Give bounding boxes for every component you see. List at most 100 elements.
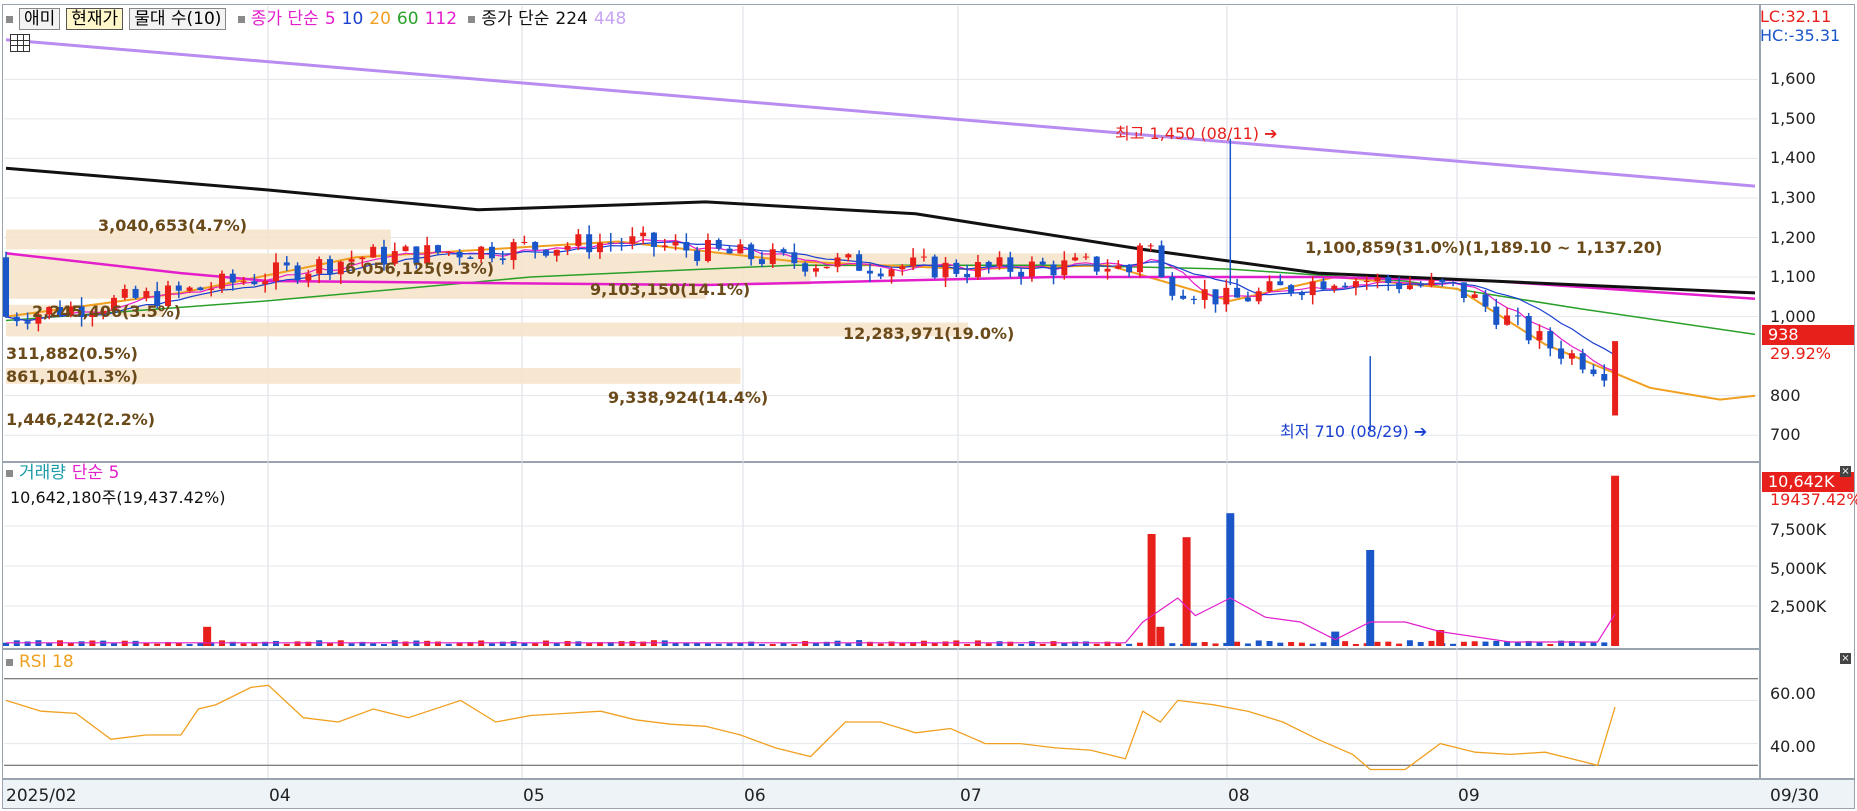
candle	[1244, 297, 1251, 302]
volume-pct: 19437.42%	[1770, 490, 1857, 509]
volume-bar	[434, 641, 441, 646]
ma60-label[interactable]: 60	[397, 9, 419, 29]
candle	[596, 242, 603, 253]
volume-bar	[715, 643, 722, 646]
candle	[683, 241, 690, 251]
price-tick: 1,100	[1770, 267, 1816, 287]
volume-bar	[488, 643, 495, 646]
candle	[1147, 245, 1154, 247]
candle	[769, 249, 776, 265]
volume-bar	[1450, 643, 1457, 646]
volume-bar	[888, 641, 895, 646]
volume-bar	[380, 643, 387, 646]
candle	[726, 248, 733, 254]
volume-bar	[1320, 642, 1327, 646]
candle	[1028, 261, 1035, 277]
volume-bar	[1266, 641, 1273, 646]
profile-band	[6, 322, 968, 337]
candle	[251, 281, 258, 285]
volume-info: 10,642,180주(19,437.42%)	[10, 488, 226, 507]
ma20-label[interactable]: 20	[369, 9, 391, 29]
candle	[964, 273, 971, 278]
volume-bar	[575, 641, 582, 646]
candle	[910, 257, 917, 267]
profile-label: 2,245,406(3.5%)	[32, 302, 182, 321]
volume-bar	[964, 643, 971, 646]
toolbar-button-3[interactable]: 물대 수(10)	[129, 8, 227, 30]
candle	[132, 288, 139, 298]
volume-spike	[1147, 534, 1156, 646]
ma10-label[interactable]: 10	[342, 9, 364, 29]
candle	[1223, 287, 1230, 305]
volume-bar	[251, 643, 258, 646]
candle	[1082, 256, 1089, 258]
candle	[1352, 281, 1359, 288]
volume-bar	[1396, 643, 1403, 646]
candle	[456, 251, 463, 258]
current-price: 938	[1768, 325, 1799, 344]
candle	[1363, 281, 1370, 283]
price-tick: 1,000	[1770, 306, 1816, 326]
candle	[1277, 281, 1284, 286]
volume-bar	[1514, 642, 1521, 646]
candle	[143, 291, 150, 298]
volume-bar	[424, 640, 431, 646]
candle	[1536, 331, 1543, 341]
candle	[1104, 268, 1111, 272]
ma5-label[interactable]: 5	[325, 9, 336, 29]
volume-spike	[1366, 550, 1375, 646]
candle	[488, 246, 495, 259]
candle	[542, 249, 549, 256]
candle	[1482, 294, 1489, 307]
volume-bar	[1601, 642, 1608, 646]
volume-bar	[1298, 642, 1305, 646]
volume-bar	[1169, 643, 1176, 646]
volume-bar	[845, 643, 852, 646]
candle	[564, 245, 571, 250]
volume-bar	[1460, 641, 1467, 646]
volume-bar	[1385, 641, 1392, 646]
low-annotation: 최저 710 (08/29) ➔	[1280, 422, 1428, 441]
ma224-label[interactable]: 224	[555, 9, 587, 29]
candle	[218, 273, 225, 289]
chart-canvas[interactable]	[0, 0, 1857, 811]
volume-bar	[780, 643, 787, 646]
profile-label: 9,338,924(14.4%)	[608, 388, 769, 407]
toolbar-button-2[interactable]: 현재가	[66, 8, 124, 30]
volume-bar	[942, 641, 949, 646]
ma448-label[interactable]: 448	[594, 9, 626, 29]
volume-ma-label[interactable]: 단순 5	[72, 463, 120, 483]
profile-label: 861,104(1.3%)	[6, 367, 138, 386]
price-legend: 애미 현재가 물대 수(10) 종가 단순 5 10 20 60 112 종가 단순 224 44…	[6, 8, 632, 30]
rsi-legend: RSI 18	[6, 652, 80, 672]
candle	[1039, 261, 1046, 265]
close-rsi-panel-icon[interactable]: ×	[1840, 653, 1851, 664]
volume-bar	[1590, 642, 1597, 646]
volume-bar	[1093, 643, 1100, 646]
volume-current: 10,642K	[1768, 472, 1835, 491]
rsi-title[interactable]: RSI 18	[19, 652, 74, 672]
x-label: 09	[1458, 786, 1480, 806]
volume-tick: 2,500K	[1770, 597, 1827, 616]
candle	[1450, 282, 1457, 284]
price-tick: 1,500	[1770, 108, 1816, 128]
volume-bar	[445, 643, 452, 646]
candle	[272, 262, 279, 282]
candle	[1266, 281, 1273, 292]
candle	[672, 241, 679, 246]
ma112-label[interactable]: 112	[425, 9, 457, 29]
candle	[208, 288, 215, 291]
candle	[1169, 276, 1176, 296]
candle	[931, 256, 938, 278]
rsi-tick: 60.00	[1770, 684, 1816, 703]
volume-bar	[737, 642, 744, 646]
volume-bar	[532, 643, 539, 646]
close-volume-panel-icon[interactable]: ×	[1840, 466, 1851, 477]
toolbar-button-1[interactable]: 애미	[19, 8, 61, 30]
table-grid-icon[interactable]	[10, 34, 30, 52]
volume-bar	[1136, 642, 1143, 646]
candle	[650, 232, 657, 247]
candle	[370, 246, 377, 258]
candle	[1309, 281, 1316, 296]
volume-title: 거래량	[19, 463, 66, 483]
